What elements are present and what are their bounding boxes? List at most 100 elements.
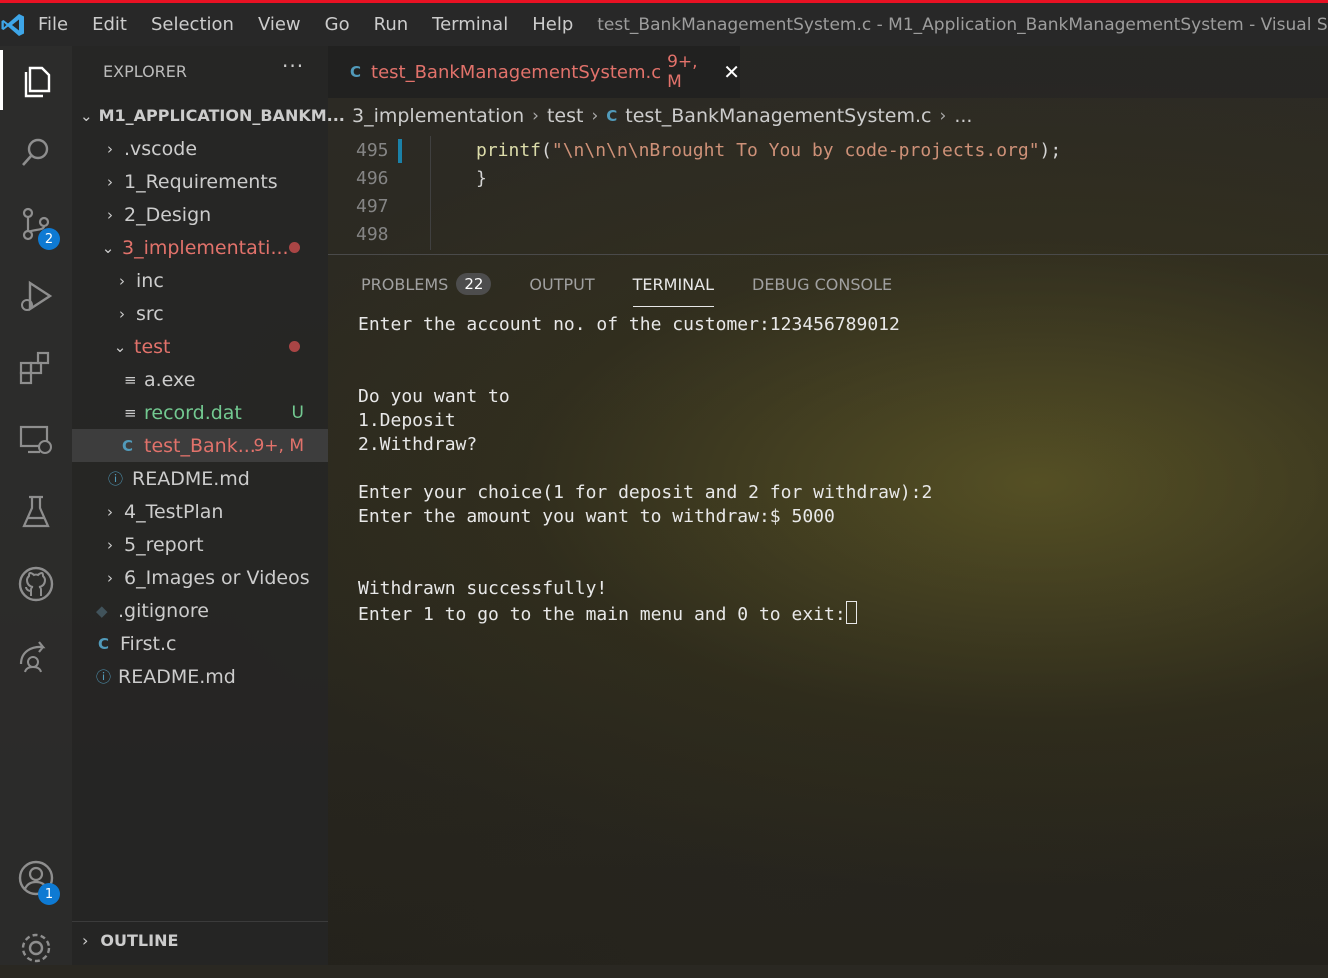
accounts-icon[interactable]: 1 <box>0 848 72 908</box>
window-title: test_BankManagementSystem.c - M1_Applica… <box>597 14 1328 35</box>
menu-go[interactable]: Go <box>313 14 362 35</box>
tab-problems[interactable]: PROBLEMS 22 <box>361 267 492 301</box>
tab-label: test_BankManagementSystem.c <box>371 61 662 83</box>
tree-file-readme-root[interactable]: ⓘ README.md <box>72 660 328 693</box>
tree-folder-images[interactable]: › 6_Images or Videos <box>72 561 328 594</box>
breadcrumb-symbol[interactable]: ... <box>954 105 972 127</box>
text-file-icon: ≡ <box>124 403 137 422</box>
vscode-logo-icon <box>0 3 26 46</box>
tree-file-test-bank[interactable]: C test_Bank... 9+, M <box>72 429 328 462</box>
terminal-line: Enter the amount you want to withdraw:$ … <box>358 506 835 527</box>
terminal-line: Withdrawn successfully! <box>358 578 608 599</box>
chevron-right-icon: › <box>82 930 89 950</box>
tab-terminal[interactable]: TERMINAL <box>632 267 715 307</box>
tree-file-record-dat[interactable]: ≡ record.dat U <box>72 396 328 429</box>
line-text: printf("\n\n\n\nBrought To You by code-p… <box>476 140 1062 161</box>
tree-folder-vscode[interactable]: › .vscode <box>72 132 328 165</box>
more-actions-icon[interactable]: ··· <box>282 54 304 78</box>
tree-folder-inc[interactable]: › inc <box>72 264 328 297</box>
tab-label: OUTPUT <box>529 274 595 294</box>
c-file-icon: C <box>98 634 110 653</box>
tree-folder-test[interactable]: ⌄ test <box>72 330 328 363</box>
menu-run[interactable]: Run <box>362 14 421 35</box>
tree-folder-design[interactable]: › 2_Design <box>72 198 328 231</box>
workspace-root[interactable]: ⌄ M1_APPLICATION_BANKM... <box>72 99 345 132</box>
menu-help[interactable]: Help <box>520 14 585 35</box>
settings-gear-icon[interactable] <box>0 918 72 978</box>
tree-folder-requirements[interactable]: › 1_Requirements <box>72 165 328 198</box>
tree-folder-implementation[interactable]: ⌄ 3_implementati... <box>72 231 328 264</box>
chevron-down-icon: ⌄ <box>80 106 93 125</box>
title-bar: File Edit Selection View Go Run Terminal… <box>0 0 1328 46</box>
menu-edit[interactable]: Edit <box>80 14 139 35</box>
remote-explorer-icon[interactable] <box>0 410 72 470</box>
c-file-icon: C <box>122 436 134 455</box>
tree-item-label: README.md <box>118 665 236 688</box>
outline-label: OUTLINE <box>100 930 179 950</box>
testing-flask-icon[interactable] <box>0 482 72 542</box>
tab-label: TERMINAL <box>632 274 714 294</box>
tree-folder-testplan[interactable]: › 4_TestPlan <box>72 495 328 528</box>
menu-bar: File Edit Selection View Go Run Terminal… <box>26 14 585 35</box>
chevron-right-icon: › <box>119 271 125 290</box>
tree-item-label: src <box>136 302 164 325</box>
tree-folder-src[interactable]: › src <box>72 297 328 330</box>
outline-section[interactable]: › OUTLINE <box>72 921 328 958</box>
tree-item-label: record.dat <box>144 401 242 424</box>
tree-file-readme-impl[interactable]: ⓘ README.md <box>72 462 328 495</box>
tree-item-label: .gitignore <box>118 599 209 622</box>
breadcrumb-implementation[interactable]: 3_implementation <box>352 105 524 127</box>
source-control-badge: 2 <box>38 228 60 250</box>
binary-file-icon: ≡ <box>124 370 137 389</box>
tab-output[interactable]: OUTPUT <box>529 267 594 301</box>
c-file-icon: C <box>606 107 618 125</box>
tree-file-first-c[interactable]: C First.c <box>72 627 328 660</box>
chevron-right-icon: › <box>107 502 113 521</box>
tree-folder-report[interactable]: › 5_report <box>72 528 328 561</box>
tab-status: 9+, M <box>667 52 698 92</box>
tree-item-label: README.md <box>132 467 250 490</box>
tree-file-gitignore[interactable]: ◆ .gitignore <box>72 594 328 627</box>
terminal-line: Do you want to <box>358 386 510 407</box>
github-icon[interactable] <box>0 554 72 614</box>
chevron-down-icon: ⌄ <box>113 337 127 356</box>
editor-tab-test-bank[interactable]: C test_BankManagementSystem.c 9+, M ✕ <box>328 46 740 98</box>
breadcrumb-file[interactable]: test_BankManagementSystem.c <box>625 105 931 127</box>
terminal-line: Enter the account no. of the customer:12… <box>358 314 900 335</box>
code-editor[interactable]: 495 printf("\n\n\n\nBrought To You by co… <box>328 136 1328 252</box>
tree-item-label: 5_report <box>124 533 204 556</box>
close-tab-icon[interactable]: ✕ <box>723 60 740 84</box>
code-line: 496 } <box>328 168 1328 196</box>
tab-debug-console[interactable]: DEBUG CONSOLE <box>752 267 892 301</box>
live-share-icon[interactable] <box>0 626 72 686</box>
terminal-cursor <box>845 601 857 624</box>
info-icon: ⓘ <box>96 668 112 686</box>
tree-item-label: a.exe <box>144 368 196 391</box>
accounts-badge: 1 <box>38 883 60 905</box>
menu-file[interactable]: File <box>26 14 80 35</box>
explorer-icon[interactable] <box>0 50 72 110</box>
terminal-line: 1.Deposit <box>358 410 456 431</box>
tree-file-a-exe[interactable]: ≡ a.exe <box>72 363 328 396</box>
breadcrumb-test[interactable]: test <box>547 105 584 127</box>
menu-view[interactable]: View <box>246 14 313 35</box>
menu-selection[interactable]: Selection <box>139 14 246 35</box>
tree-item-label: .vscode <box>124 137 198 160</box>
search-icon[interactable] <box>0 122 72 182</box>
run-debug-icon[interactable] <box>0 266 72 326</box>
terminal-line: 2.Withdraw? <box>358 434 478 455</box>
menu-terminal[interactable]: Terminal <box>420 14 520 35</box>
terminal-output[interactable]: Enter the account no. of the customer:12… <box>358 313 1308 625</box>
tree-item-label: 1_Requirements <box>124 170 278 193</box>
tab-label: PROBLEMS <box>361 274 449 294</box>
extensions-icon[interactable] <box>0 338 72 398</box>
source-control-icon[interactable]: 2 <box>0 194 72 254</box>
tab-label: DEBUG CONSOLE <box>752 274 893 294</box>
c-file-icon: C <box>350 63 362 81</box>
code-line: 498 <box>328 224 1328 252</box>
chevron-right-icon: › <box>939 106 947 126</box>
chevron-right-icon: › <box>107 139 113 158</box>
